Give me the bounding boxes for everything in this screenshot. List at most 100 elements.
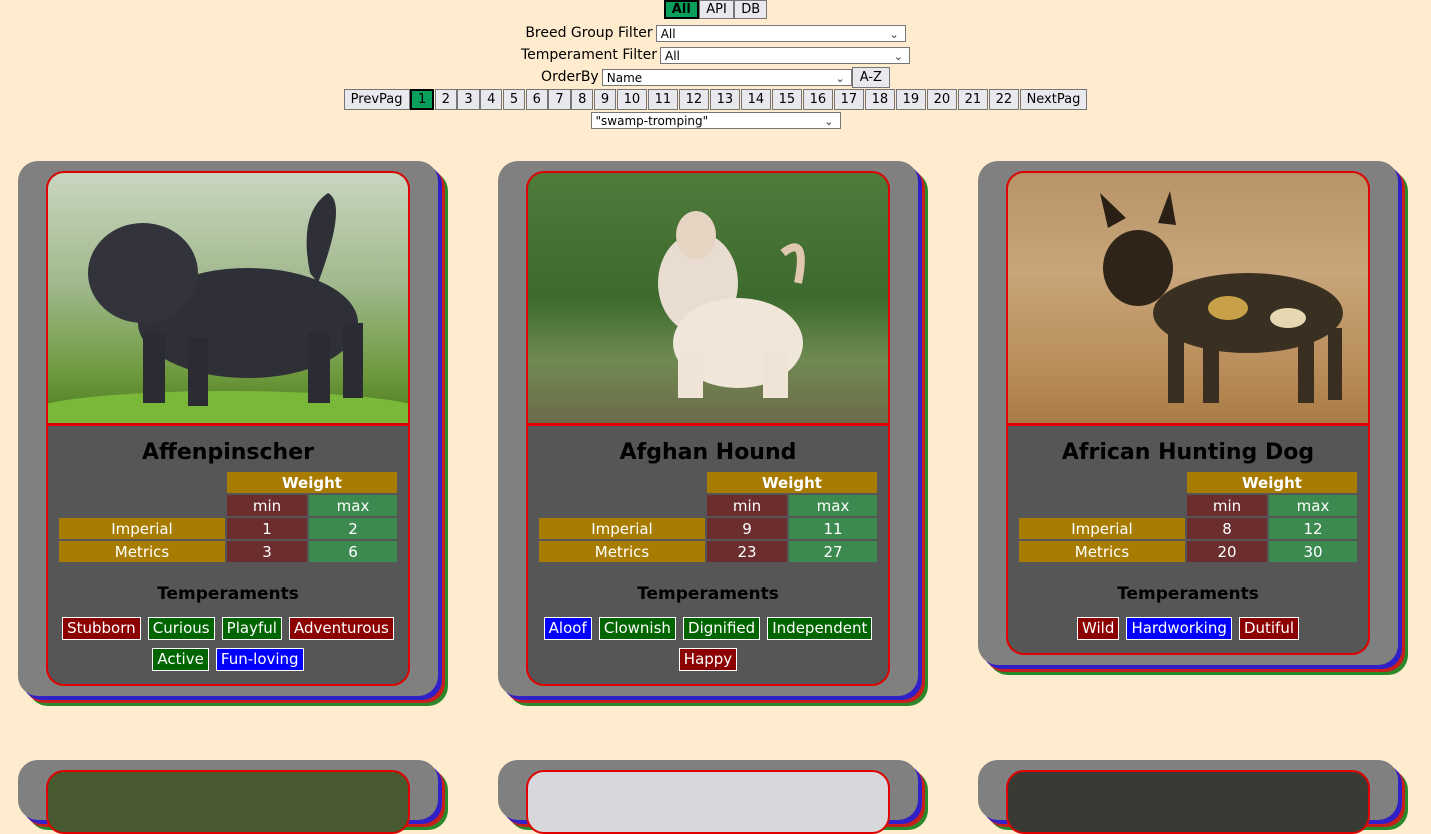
breed-group-select[interactable]: All ⌄ (655, 24, 906, 42)
temperament-tag: Fun-loving (215, 648, 304, 671)
dog-image (48, 193, 408, 423)
chevron-down-icon: ⌄ (824, 115, 834, 128)
weight-header: Weight (1187, 472, 1357, 493)
temperament-tag: Happy (678, 648, 738, 671)
page-button[interactable]: 15 (771, 89, 803, 110)
breed-card[interactable]: Afghan Hound Weight min max Imperial 9 11 M… (498, 161, 918, 696)
page-button[interactable]: 8 (571, 89, 594, 110)
page-button[interactable]: 19 (895, 89, 927, 110)
metric-label: Metrics (59, 541, 225, 562)
temperament-tag: Wild (1077, 617, 1120, 640)
page-button[interactable]: 1 (409, 89, 435, 110)
breed-photo (48, 173, 408, 426)
breed-photo (1006, 770, 1370, 834)
temperament-search-value: "swamp-tromping" (595, 114, 709, 128)
page-button[interactable]: 7 (548, 89, 571, 110)
metric-min: 23 (707, 541, 787, 562)
metric-label: Metrics (539, 541, 705, 562)
temperament-search-select[interactable]: "swamp-tromping" ⌄ (590, 112, 841, 129)
temperament-tag: Aloof (543, 617, 592, 640)
breed-card-partial[interactable] (498, 760, 918, 834)
breed-card[interactable]: African Hunting Dog Weight min max Imperi… (978, 161, 1398, 665)
chevron-down-icon: ⌄ (889, 27, 899, 41)
empty-cell (539, 472, 705, 493)
max-header: max (309, 495, 397, 516)
metric-max: 27 (789, 541, 877, 562)
page-button[interactable]: 5 (502, 89, 526, 110)
breed-photo (528, 173, 888, 426)
empty-cell (1019, 472, 1185, 493)
page-button[interactable]: 18 (864, 89, 896, 110)
breed-card-partial[interactable] (978, 760, 1398, 834)
min-header: min (227, 495, 307, 516)
imperial-label: Imperial (539, 518, 705, 539)
temperament-select[interactable]: All ⌄ (660, 46, 910, 64)
temperaments-title: Temperaments (1117, 584, 1259, 604)
temperament-tag: Stubborn (62, 617, 141, 640)
weight-header: Weight (707, 472, 877, 493)
imperial-max: 11 (789, 518, 877, 539)
orderby-select-value: Name (606, 70, 643, 85)
metric-min: 20 (1187, 541, 1267, 562)
temperament-tag: Clownish (598, 617, 676, 640)
orderby-row: OrderBy Name ⌄ A-Z (0, 66, 1431, 88)
weight-table: Weight min max Imperial 1 2 Metrics 3 6 (57, 470, 399, 564)
page-button[interactable]: 9 (593, 89, 617, 110)
breed-group-filter-label: Breed Group Filter (525, 25, 653, 41)
breed-photo (526, 770, 890, 834)
source-toggle: All API DB (0, 0, 1431, 19)
imperial-label: Imperial (1019, 518, 1185, 539)
breed-card-partial[interactable] (18, 760, 438, 834)
orderby-select[interactable]: Name ⌄ (601, 68, 852, 86)
page-button[interactable]: 20 (926, 89, 958, 110)
temperaments-title: Temperaments (157, 584, 299, 604)
temperament-select-value: All (665, 48, 680, 63)
temperament-tag: Independent (767, 617, 873, 640)
empty-cell (1019, 495, 1185, 516)
temperament-tag: Adventurous (289, 617, 394, 640)
metric-label: Metrics (1019, 541, 1185, 562)
temperament-tag: Active (152, 648, 209, 671)
temperament-tag: Hardworking (1126, 617, 1232, 640)
dog-image (1100, 191, 1343, 403)
page-button[interactable]: 14 (740, 89, 772, 110)
min-header: min (1187, 495, 1267, 516)
source-db-button[interactable]: DB (734, 0, 768, 19)
page-button[interactable]: 16 (802, 89, 834, 110)
next-page-button[interactable]: NextPag (1019, 89, 1088, 110)
source-api-button[interactable]: API (699, 0, 734, 19)
min-header: min (707, 495, 787, 516)
temperament-tag: Curious (147, 617, 215, 640)
temperament-tag: Dignified (683, 617, 761, 640)
breed-group-select-value: All (660, 26, 676, 41)
page-button[interactable]: 12 (678, 89, 710, 110)
temperament-tags: Wild Hardworking Dutiful (1008, 608, 1368, 653)
prev-page-button[interactable]: PrevPag (343, 89, 410, 110)
temperament-filter-label: Temperament Filter (521, 47, 657, 63)
temperament-tag: Dutiful (1238, 617, 1299, 640)
imperial-max: 12 (1269, 518, 1357, 539)
page-button[interactable]: 4 (480, 89, 503, 110)
breed-name: Affenpinscher (142, 440, 314, 465)
controls-panel: All API DB Breed Group Filter All ⌄ Temper… (0, 0, 1431, 134)
page-button[interactable]: 10 (616, 89, 648, 110)
weight-table: Weight min max Imperial 8 12 Metrics 20 30 (1017, 470, 1359, 564)
page-button[interactable]: 2 (434, 89, 457, 110)
page-button[interactable]: 3 (457, 89, 480, 110)
page-button[interactable]: 17 (833, 89, 865, 110)
card-inner: Affenpinscher Weight min max Imperial 1 2 M… (46, 171, 410, 686)
page-button[interactable]: 21 (957, 89, 989, 110)
imperial-min: 1 (227, 518, 307, 539)
pagination: PrevPag 1 2 3 4 5 6 7 8 9 10 11 12 13 14… (0, 89, 1431, 112)
chevron-down-icon: ⌄ (893, 49, 903, 63)
page-button[interactable]: 11 (647, 89, 679, 110)
orderby-label: OrderBy (541, 69, 599, 85)
page-button[interactable]: 13 (709, 89, 741, 110)
sort-direction-button[interactable]: A-Z (851, 66, 890, 88)
breed-card[interactable]: Affenpinscher Weight min max Imperial 1 2 M… (18, 161, 438, 696)
page-button[interactable]: 6 (525, 89, 548, 110)
page-button[interactable]: 22 (988, 89, 1020, 110)
metric-min: 3 (227, 541, 307, 562)
max-header: max (1269, 495, 1357, 516)
source-all-button[interactable]: All (663, 0, 699, 19)
